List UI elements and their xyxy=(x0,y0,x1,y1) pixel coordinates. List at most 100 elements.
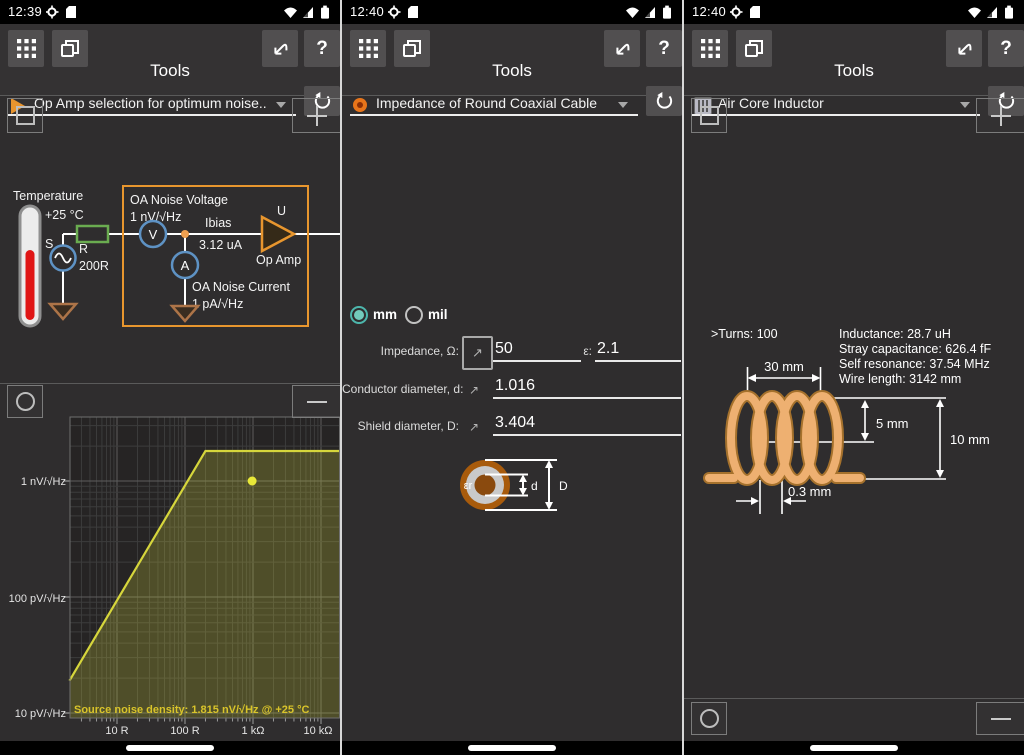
outer-diameter-label: D xyxy=(559,479,568,493)
conductor-diameter-input[interactable] xyxy=(493,377,681,399)
temperature-value: +25 °C xyxy=(45,208,84,222)
radio-mm-label[interactable]: mm xyxy=(373,307,397,322)
sd-card-icon xyxy=(408,6,418,18)
y-tick-label: 1 nV/√Hz xyxy=(21,476,66,488)
square-icon xyxy=(16,106,35,125)
wifi-icon xyxy=(626,8,639,19)
chevron-down-icon xyxy=(960,102,970,108)
arrow-ne-icon[interactable]: ↗ xyxy=(469,420,479,434)
help-button[interactable]: ? xyxy=(646,30,682,67)
opamp-noise-schematic: Temperature +25 °C S R 200R OA Noise Vol… xyxy=(0,180,340,336)
resistor-name: R xyxy=(79,242,88,256)
panel-coax-impedance: 12:40 Tools ? Impedance of Round Coaxial… xyxy=(342,0,682,755)
tool-selector[interactable]: Air Core Inductor xyxy=(684,94,1024,120)
tool-selector-label: Air Core Inductor xyxy=(718,95,824,111)
export-button[interactable] xyxy=(946,30,982,67)
question-mark-icon: ? xyxy=(1000,38,1012,60)
jump-arrow-icon xyxy=(959,44,970,53)
copy-icon xyxy=(62,41,78,56)
section-collapse-button[interactable] xyxy=(691,98,727,133)
ibias-label: Ibias xyxy=(205,216,231,230)
output-label: U xyxy=(277,204,286,218)
coax-tool-icon xyxy=(353,98,367,112)
conductor-diameter-label: Conductor diameter, d: xyxy=(342,382,459,396)
battery-icon xyxy=(321,6,329,19)
noise-source-symbol xyxy=(51,246,76,271)
status-left-icons xyxy=(388,5,422,24)
selector-underline xyxy=(8,114,296,116)
voltmeter-symbol: V xyxy=(140,221,166,247)
circle-icon xyxy=(700,709,719,728)
y-tick-label: 10 pV/√Hz xyxy=(15,708,66,720)
app-toolbar: Tools ? Impedance of Round Coaxial Cable xyxy=(342,24,682,96)
export-button[interactable] xyxy=(262,30,298,67)
section-collapse-button[interactable] xyxy=(7,98,43,133)
temperature-label: Temperature xyxy=(13,189,83,203)
clock: 12:39 xyxy=(8,4,42,19)
x-tick-label: 1 kΩ xyxy=(242,725,265,737)
question-mark-icon: ? xyxy=(316,38,328,60)
panel-air-core-inductor: 12:40 Tools ? Air Core Inductor >Turns: … xyxy=(684,0,1024,755)
export-button[interactable] xyxy=(604,30,640,67)
section-collapse-button[interactable] xyxy=(691,702,727,735)
gear-icon xyxy=(730,6,743,19)
y-tick-label: 100 pV/√Hz xyxy=(9,593,66,605)
inner-diameter-label: d xyxy=(531,479,538,493)
section-remove-button[interactable] xyxy=(292,385,340,418)
status-right-icons xyxy=(624,5,678,24)
radio-mm[interactable] xyxy=(350,306,368,324)
impedance-label: Impedance, Ω: xyxy=(342,344,459,358)
epsilon-input[interactable] xyxy=(595,340,681,362)
x-tick-label: 10 kΩ xyxy=(303,725,332,737)
jump-arrow-icon xyxy=(275,44,286,53)
minus-icon xyxy=(991,718,1011,720)
section-remove-button[interactable] xyxy=(976,702,1024,735)
status-bar: 12:40 xyxy=(684,0,1024,24)
junction-dot xyxy=(181,230,189,238)
chart-data-point xyxy=(248,477,257,486)
coil-diameter-label: 10 mm xyxy=(950,432,990,447)
clock: 12:40 xyxy=(350,4,384,19)
source-label: S xyxy=(45,237,53,251)
wifi-icon xyxy=(284,8,297,19)
chevron-down-icon xyxy=(276,102,286,108)
selector-underline xyxy=(692,114,980,116)
x-tick-label: 100 R xyxy=(170,725,199,737)
ground-symbol xyxy=(50,304,76,319)
solve-target-button[interactable]: ↗ xyxy=(462,336,493,370)
section-add-button[interactable] xyxy=(976,98,1024,133)
help-button[interactable]: ? xyxy=(304,30,340,67)
tool-selector[interactable]: Op Amp selection for optimum noise.. xyxy=(0,94,340,120)
shield-diameter-input[interactable] xyxy=(493,414,681,436)
status-bar: 12:40 xyxy=(342,0,682,24)
copy-icon xyxy=(746,41,762,56)
home-pill[interactable] xyxy=(126,745,214,751)
question-mark-icon: ? xyxy=(658,38,670,60)
sd-card-icon xyxy=(750,6,760,18)
help-button[interactable]: ? xyxy=(988,30,1024,67)
status-bar: 12:39 xyxy=(0,0,340,24)
radio-mil-label[interactable]: mil xyxy=(428,307,448,322)
tool-selector-label: Impedance of Round Coaxial Cable xyxy=(376,95,597,111)
reset-button[interactable] xyxy=(646,86,682,116)
arrow-ne-icon[interactable]: ↗ xyxy=(469,383,479,397)
coax-cross-section-diagram: εr d D xyxy=(342,440,682,535)
section-collapse-button[interactable] xyxy=(7,385,43,418)
minus-icon xyxy=(307,401,327,403)
home-pill[interactable] xyxy=(810,745,898,751)
coil-radius-label: 5 mm xyxy=(876,416,909,431)
status-left-icons xyxy=(46,5,80,24)
noise-voltage-title: OA Noise Voltage xyxy=(130,193,228,207)
android-navbar xyxy=(684,741,1024,755)
radio-mil[interactable] xyxy=(405,306,423,324)
coil-length-label: 30 mm xyxy=(764,359,804,374)
wifi-icon xyxy=(968,8,981,19)
wire-diameter-label: 0.3 mm xyxy=(788,484,831,499)
circle-icon xyxy=(16,392,35,411)
home-pill[interactable] xyxy=(468,745,556,751)
x-tick-label: 10 R xyxy=(105,725,128,737)
svg-text:A: A xyxy=(181,258,190,273)
section-add-button[interactable] xyxy=(292,98,340,133)
tool-selector[interactable]: Impedance of Round Coaxial Cable xyxy=(342,94,682,120)
plus-icon xyxy=(307,106,327,126)
